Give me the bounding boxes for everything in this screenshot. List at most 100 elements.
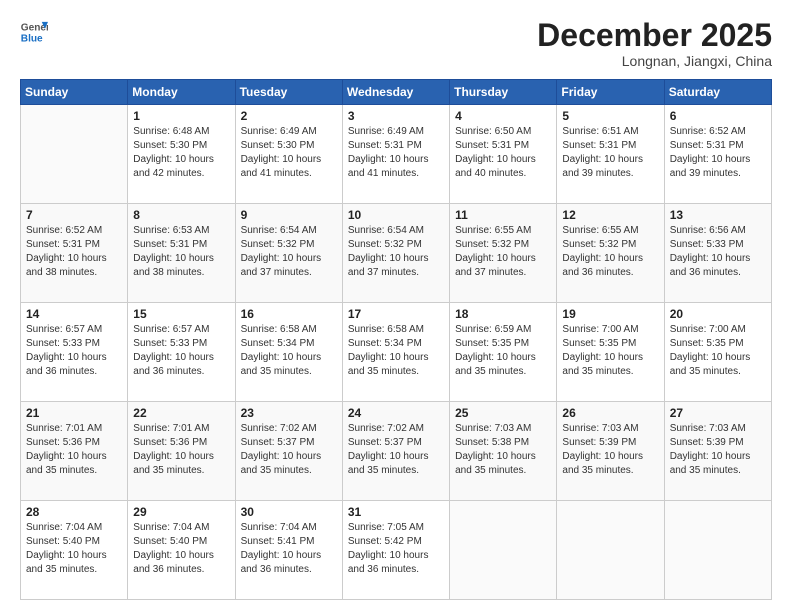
calendar-cell	[664, 501, 771, 600]
day-info: Sunrise: 7:03 AM Sunset: 5:39 PM Dayligh…	[670, 422, 766, 478]
week-row-1: 1 Sunrise: 6:48 AM Sunset: 5:30 PM Daylig…	[21, 105, 772, 204]
day-info: Sunrise: 7:04 AM Sunset: 5:41 PM Dayligh…	[241, 521, 337, 577]
calendar-cell: 31Sunrise: 7:05 AM Sunset: 5:42 PM Dayli…	[342, 501, 449, 600]
calendar-cell: 28 Sunrise: 7:04 AM Sunset: 5:40 PM Dayli…	[21, 501, 128, 600]
calendar-cell: 11Sunrise: 6:55 AM Sunset: 5:32 PM Dayli…	[450, 204, 557, 303]
day-info: Sunrise: 7:00 AM Sunset: 5:35 PM Dayligh…	[562, 323, 658, 379]
day-info: Sunrise: 7:04 AM Sunset: 5:40 PM Dayligh…	[26, 521, 122, 577]
weekday-header-thursday: Thursday	[450, 80, 557, 105]
day-number: 15	[133, 307, 229, 321]
calendar-cell: 16 Sunrise: 6:58 AM Sunset: 5:34 PM Dayli…	[235, 303, 342, 402]
day-number: 20	[670, 307, 766, 321]
calendar-cell: 1 Sunrise: 6:48 AM Sunset: 5:30 PM Daylig…	[128, 105, 235, 204]
calendar-cell: 12 Sunrise: 6:55 AM Sunset: 5:32 PM Dayli…	[557, 204, 664, 303]
calendar-cell: 2 Sunrise: 6:49 AM Sunset: 5:30 PM Daylig…	[235, 105, 342, 204]
calendar-cell: 15 Sunrise: 6:57 AM Sunset: 5:33 PM Dayli…	[128, 303, 235, 402]
calendar-cell: 18 Sunrise: 6:59 AM Sunset: 5:35 PM Dayli…	[450, 303, 557, 402]
day-number: 17	[348, 307, 444, 321]
day-info: Sunrise: 6:58 AM Sunset: 5:34 PM Dayligh…	[348, 323, 444, 379]
calendar-cell: 24Sunrise: 7:02 AM Sunset: 5:37 PM Dayli…	[342, 402, 449, 501]
day-info: Sunrise: 6:50 AM Sunset: 5:31 PM Dayligh…	[455, 125, 551, 181]
day-number: 6	[670, 109, 766, 123]
logo: General Blue	[20, 18, 48, 46]
calendar-cell: 26 Sunrise: 7:03 AM Sunset: 5:39 PM Dayli…	[557, 402, 664, 501]
day-info: Sunrise: 7:00 AM Sunset: 5:35 PM Dayligh…	[670, 323, 766, 379]
day-number: 10	[348, 208, 444, 222]
day-number: 25	[455, 406, 551, 420]
calendar-cell: 30 Sunrise: 7:04 AM Sunset: 5:41 PM Dayli…	[235, 501, 342, 600]
day-info: Sunrise: 6:56 AM Sunset: 5:33 PM Dayligh…	[670, 224, 766, 280]
day-number: 28	[26, 505, 122, 519]
day-number: 18	[455, 307, 551, 321]
calendar-cell: 6 Sunrise: 6:52 AM Sunset: 5:31 PM Daylig…	[664, 105, 771, 204]
weekday-header-wednesday: Wednesday	[342, 80, 449, 105]
calendar-cell: 25 Sunrise: 7:03 AM Sunset: 5:38 PM Dayli…	[450, 402, 557, 501]
day-number: 5	[562, 109, 658, 123]
calendar-cell: 19 Sunrise: 7:00 AM Sunset: 5:35 PM Dayli…	[557, 303, 664, 402]
day-number: 22	[133, 406, 229, 420]
day-number: 14	[26, 307, 122, 321]
day-info: Sunrise: 7:03 AM Sunset: 5:38 PM Dayligh…	[455, 422, 551, 478]
calendar-cell: 27Sunrise: 7:03 AM Sunset: 5:39 PM Dayli…	[664, 402, 771, 501]
day-number: 3	[348, 109, 444, 123]
calendar-cell: 4Sunrise: 6:50 AM Sunset: 5:31 PM Daylig…	[450, 105, 557, 204]
day-number: 2	[241, 109, 337, 123]
week-row-5: 28 Sunrise: 7:04 AM Sunset: 5:40 PM Dayli…	[21, 501, 772, 600]
page: General Blue December 2025 Longnan, Jian…	[0, 0, 792, 612]
calendar-cell: 13Sunrise: 6:56 AM Sunset: 5:33 PM Dayli…	[664, 204, 771, 303]
weekday-header-row: SundayMondayTuesdayWednesdayThursdayFrid…	[21, 80, 772, 105]
day-number: 16	[241, 307, 337, 321]
day-info: Sunrise: 7:01 AM Sunset: 5:36 PM Dayligh…	[26, 422, 122, 478]
day-number: 12	[562, 208, 658, 222]
calendar-cell	[21, 105, 128, 204]
day-number: 29	[133, 505, 229, 519]
logo-icon: General Blue	[20, 18, 48, 46]
calendar-cell: 21 Sunrise: 7:01 AM Sunset: 5:36 PM Dayli…	[21, 402, 128, 501]
day-number: 26	[562, 406, 658, 420]
calendar-cell: 14 Sunrise: 6:57 AM Sunset: 5:33 PM Dayli…	[21, 303, 128, 402]
calendar-cell: 10 Sunrise: 6:54 AM Sunset: 5:32 PM Dayli…	[342, 204, 449, 303]
weekday-header-saturday: Saturday	[664, 80, 771, 105]
calendar-cell: 8 Sunrise: 6:53 AM Sunset: 5:31 PM Daylig…	[128, 204, 235, 303]
day-number: 9	[241, 208, 337, 222]
day-number: 8	[133, 208, 229, 222]
day-info: Sunrise: 6:51 AM Sunset: 5:31 PM Dayligh…	[562, 125, 658, 181]
day-info: Sunrise: 6:49 AM Sunset: 5:30 PM Dayligh…	[241, 125, 337, 181]
svg-text:Blue: Blue	[21, 33, 43, 44]
weekday-header-monday: Monday	[128, 80, 235, 105]
calendar-cell: 23Sunrise: 7:02 AM Sunset: 5:37 PM Dayli…	[235, 402, 342, 501]
day-info: Sunrise: 6:58 AM Sunset: 5:34 PM Dayligh…	[241, 323, 337, 379]
day-info: Sunrise: 6:53 AM Sunset: 5:31 PM Dayligh…	[133, 224, 229, 280]
week-row-4: 21 Sunrise: 7:01 AM Sunset: 5:36 PM Dayli…	[21, 402, 772, 501]
day-number: 19	[562, 307, 658, 321]
day-info: Sunrise: 6:57 AM Sunset: 5:33 PM Dayligh…	[26, 323, 122, 379]
day-number: 1	[133, 109, 229, 123]
day-info: Sunrise: 6:48 AM Sunset: 5:30 PM Dayligh…	[133, 125, 229, 181]
calendar-cell	[450, 501, 557, 600]
week-row-3: 14 Sunrise: 6:57 AM Sunset: 5:33 PM Dayli…	[21, 303, 772, 402]
day-info: Sunrise: 7:03 AM Sunset: 5:39 PM Dayligh…	[562, 422, 658, 478]
day-info: Sunrise: 6:59 AM Sunset: 5:35 PM Dayligh…	[455, 323, 551, 379]
day-info: Sunrise: 6:55 AM Sunset: 5:32 PM Dayligh…	[455, 224, 551, 280]
calendar-cell: 9 Sunrise: 6:54 AM Sunset: 5:32 PM Daylig…	[235, 204, 342, 303]
weekday-header-sunday: Sunday	[21, 80, 128, 105]
day-info: Sunrise: 6:52 AM Sunset: 5:31 PM Dayligh…	[26, 224, 122, 280]
day-info: Sunrise: 7:04 AM Sunset: 5:40 PM Dayligh…	[133, 521, 229, 577]
day-info: Sunrise: 6:57 AM Sunset: 5:33 PM Dayligh…	[133, 323, 229, 379]
day-number: 7	[26, 208, 122, 222]
day-info: Sunrise: 6:52 AM Sunset: 5:31 PM Dayligh…	[670, 125, 766, 181]
day-number: 23	[241, 406, 337, 420]
header: General Blue December 2025 Longnan, Jian…	[20, 18, 772, 69]
day-info: Sunrise: 7:05 AM Sunset: 5:42 PM Dayligh…	[348, 521, 444, 577]
day-info: Sunrise: 6:54 AM Sunset: 5:32 PM Dayligh…	[241, 224, 337, 280]
calendar-cell: 7 Sunrise: 6:52 AM Sunset: 5:31 PM Daylig…	[21, 204, 128, 303]
month-title: December 2025	[537, 18, 772, 53]
day-info: Sunrise: 7:01 AM Sunset: 5:36 PM Dayligh…	[133, 422, 229, 478]
day-number: 30	[241, 505, 337, 519]
day-number: 21	[26, 406, 122, 420]
calendar-table: SundayMondayTuesdayWednesdayThursdayFrid…	[20, 79, 772, 600]
day-info: Sunrise: 6:54 AM Sunset: 5:32 PM Dayligh…	[348, 224, 444, 280]
day-info: Sunrise: 6:55 AM Sunset: 5:32 PM Dayligh…	[562, 224, 658, 280]
calendar-cell: 29 Sunrise: 7:04 AM Sunset: 5:40 PM Dayli…	[128, 501, 235, 600]
day-info: Sunrise: 6:49 AM Sunset: 5:31 PM Dayligh…	[348, 125, 444, 181]
